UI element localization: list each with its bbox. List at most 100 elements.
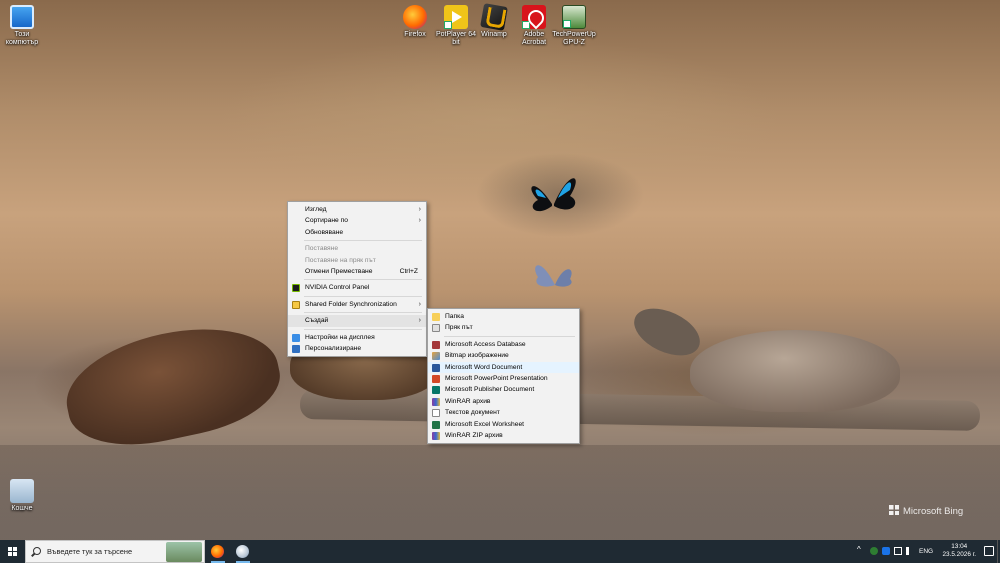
submenu-item-folder[interactable]: Папка: [428, 311, 579, 322]
recycle-bin-icon: [10, 479, 34, 503]
menu-item-label: Microsoft Excel Worksheet: [445, 420, 525, 428]
submenu-item-winrar[interactable]: WinRAR архив: [428, 396, 579, 407]
menu-item-label: WinRAR архив: [445, 397, 491, 405]
wallpaper-butterfly-blue: [531, 178, 576, 212]
menu-item-paste[interactable]: Поставяне: [288, 243, 426, 254]
submenu-item-access[interactable]: Microsoft Access Database: [428, 339, 579, 350]
menu-item-label: Сортиране по: [305, 217, 348, 225]
submenu-item-word[interactable]: Microsoft Word Document: [428, 361, 579, 373]
submenu-item-bitmap[interactable]: Bitmap изображение: [428, 350, 579, 361]
menu-item-label: NVIDIA Control Panel: [305, 284, 370, 292]
winrar-zip-icon: [432, 431, 440, 440]
watermark-text: Microsoft Bing: [903, 506, 964, 517]
network-icon[interactable]: [894, 547, 902, 555]
menu-separator: [444, 335, 575, 337]
submenu-item-publisher[interactable]: Microsoft Publisher Document: [428, 384, 579, 395]
menu-separator: [304, 312, 422, 314]
desktop-icon-recycle-bin[interactable]: Кошче: [0, 479, 44, 513]
menu-item-nvidia-control-panel[interactable]: NVIDIA Control Panel: [288, 282, 426, 293]
notification-icon[interactable]: [984, 546, 994, 556]
menu-item-label: Поставяне: [305, 245, 339, 253]
desktop-icon-label: Winamp: [481, 31, 507, 38]
clock-date: 23.5.2026 г.: [942, 551, 976, 558]
menu-item-label: Поставяне на пряк път: [305, 256, 376, 264]
menu-item-label: Microsoft Access Database: [445, 340, 526, 348]
volume-icon[interactable]: [906, 547, 914, 555]
taskbar: Въведете тук за търсене ^ ENG 13:04 23.5…: [0, 540, 1000, 563]
submenu-item-text-document[interactable]: Текстов документ: [428, 407, 579, 418]
taskbar-app-firefox[interactable]: [208, 542, 228, 563]
menu-item-label: Изглед: [305, 206, 327, 213]
submenu-item-powerpoint[interactable]: Microsoft PowerPoint Presentation: [428, 373, 579, 384]
water-reflection: [0, 445, 1000, 540]
bitmap-icon: [432, 352, 440, 361]
security-icon[interactable]: [870, 547, 878, 555]
computer-icon: [10, 5, 34, 29]
microsoft-logo-icon: [889, 505, 899, 515]
start-button[interactable]: [0, 540, 25, 563]
chevron-right-icon: ›: [418, 217, 421, 225]
potplayer-icon: [444, 5, 468, 29]
new-submenu: Папка Пряк път Microsoft Access Database…: [427, 308, 580, 445]
desktop-context-menu: Изглед › Сортиране по › Обновяване Поста…: [287, 201, 427, 358]
desktop-icon-label: TechPowerUp GPU-Z: [552, 31, 596, 46]
nvidia-icon: [292, 284, 300, 293]
menu-separator: [304, 328, 422, 330]
personalize-icon: [292, 344, 300, 353]
menu-item-sort-by[interactable]: Сортиране по ›: [288, 215, 426, 226]
menu-item-shared-folder-sync[interactable]: Shared Folder Synchronization ›: [288, 299, 426, 310]
submenu-item-shortcut[interactable]: Пряк път: [428, 322, 579, 333]
winrar-icon: [432, 397, 440, 406]
desktop-icon-label: Кошче: [11, 505, 33, 512]
gpuz-icon: [562, 5, 586, 29]
desktop-icon-acrobat[interactable]: Adobe Acrobat: [512, 5, 556, 47]
menu-item-label: Обновяване: [305, 228, 344, 236]
acrobat-icon: [522, 5, 546, 29]
desktop-icon-firefox[interactable]: Firefox: [393, 5, 437, 39]
search-icon: [33, 547, 41, 555]
powerpoint-icon: [432, 374, 440, 383]
taskbar-app-paint[interactable]: [233, 542, 253, 563]
firefox-icon: [211, 545, 224, 558]
clock-time: 13:04: [951, 543, 968, 550]
menu-item-view[interactable]: Изглед ›: [288, 204, 426, 215]
shortcut-icon: [432, 324, 440, 333]
menu-item-label: Отмени Преместване: [305, 267, 373, 275]
desktop-icon-label: Този компютър: [5, 31, 39, 46]
folder-icon: [432, 313, 440, 321]
bluetooth-icon[interactable]: [882, 547, 890, 555]
menu-item-label: Microsoft Publisher Document: [445, 386, 535, 394]
menu-item-display-settings[interactable]: Настройки на дисплея: [288, 332, 426, 343]
access-icon: [432, 340, 440, 349]
menu-item-label: Bitmap изображение: [445, 352, 509, 360]
display-icon: [292, 333, 300, 342]
desktop-icon-this-pc[interactable]: Този компютър: [0, 5, 44, 47]
menu-separator: [304, 240, 422, 242]
menu-item-paste-shortcut[interactable]: Поставяне на пряк път: [288, 255, 426, 266]
word-icon: [432, 363, 440, 372]
desktop-icon-label: Adobe Acrobat: [521, 31, 547, 46]
language-indicator[interactable]: ENG: [919, 548, 933, 555]
menu-item-label: Персонализиране: [305, 344, 362, 352]
search-placeholder: Въведете тук за търсене: [47, 547, 133, 556]
winamp-icon: [480, 3, 508, 31]
taskbar-search-box[interactable]: Въведете тук за търсене: [25, 540, 205, 563]
bing-watermark: Microsoft Bing: [889, 505, 963, 517]
menu-separator: [304, 295, 422, 297]
menu-item-label: Настройки на дисплея: [305, 333, 375, 341]
desktop-icon-gpuz[interactable]: TechPowerUp GPU-Z: [552, 5, 596, 47]
desktop-icon-label: Firefox: [404, 31, 426, 38]
publisher-icon: [432, 386, 440, 395]
chevron-up-icon[interactable]: ^: [857, 545, 865, 554]
menu-item-refresh[interactable]: Обновяване: [288, 227, 426, 238]
submenu-item-excel[interactable]: Microsoft Excel Worksheet: [428, 419, 579, 430]
wallpaper-turtle-left: [56, 311, 289, 460]
submenu-item-winrar-zip[interactable]: WinRAR ZIP архив: [428, 430, 579, 441]
menu-item-undo-move[interactable]: Отмени Преместване Ctrl+Z: [288, 266, 426, 277]
menu-item-new[interactable]: Създай ›: [288, 315, 426, 327]
clock[interactable]: 13:04 23.5.2026 г.: [942, 543, 976, 559]
desktop-icon-winamp[interactable]: Winamp: [472, 3, 516, 39]
menu-item-label: Shared Folder Synchronization: [305, 300, 397, 308]
windows-logo-icon: [8, 547, 17, 556]
menu-item-personalize[interactable]: Персонализиране: [288, 343, 426, 354]
